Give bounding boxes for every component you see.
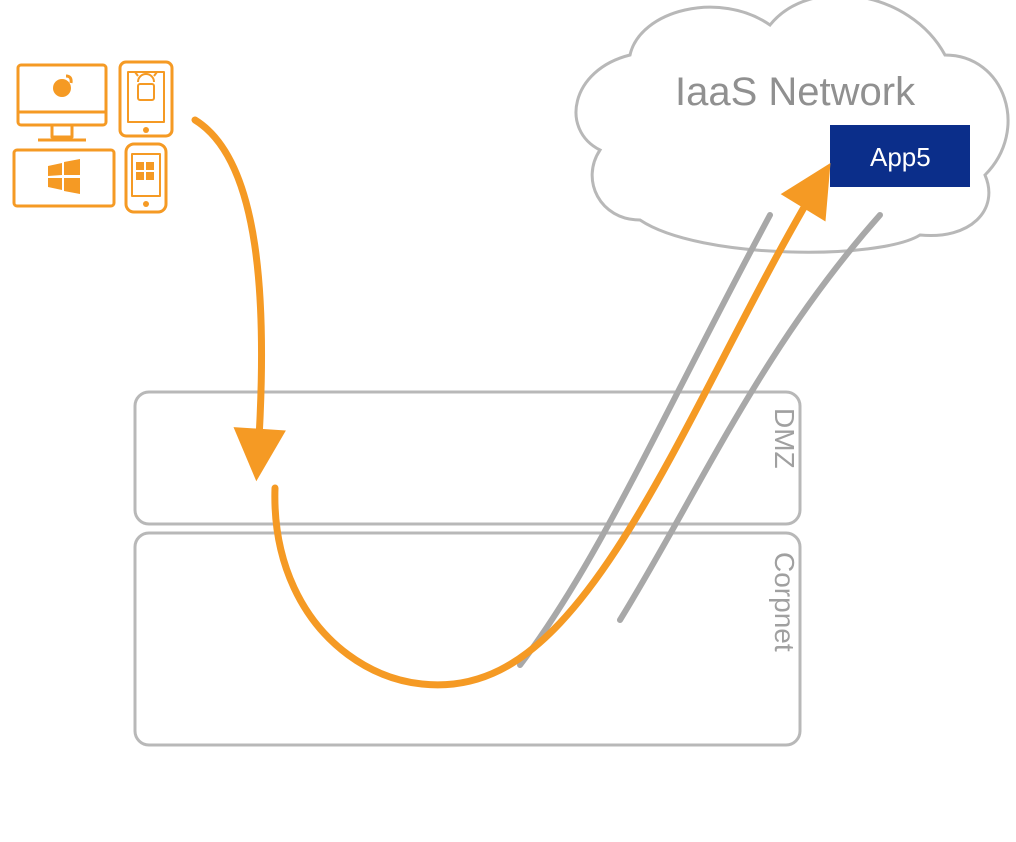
device-tablet-icon bbox=[120, 62, 172, 136]
zone-dmz-label: DMZ bbox=[769, 408, 800, 469]
tunnel-lines bbox=[520, 215, 880, 665]
cloud-label: IaaS Network bbox=[675, 70, 916, 114]
app-label: App5 bbox=[870, 142, 931, 172]
device-desktop-icon bbox=[18, 65, 106, 140]
zone-corpnet: Corpnet bbox=[135, 533, 800, 745]
app-box: App5 bbox=[830, 125, 970, 187]
device-laptop-icon bbox=[14, 150, 114, 206]
zone-dmz: DMZ bbox=[135, 392, 800, 524]
diagram-canvas: DMZ Corpnet IaaS Network App5 bbox=[0, 0, 1016, 837]
device-cluster bbox=[14, 62, 172, 212]
device-phone-icon bbox=[126, 144, 166, 212]
zone-corpnet-label: Corpnet bbox=[769, 552, 800, 652]
